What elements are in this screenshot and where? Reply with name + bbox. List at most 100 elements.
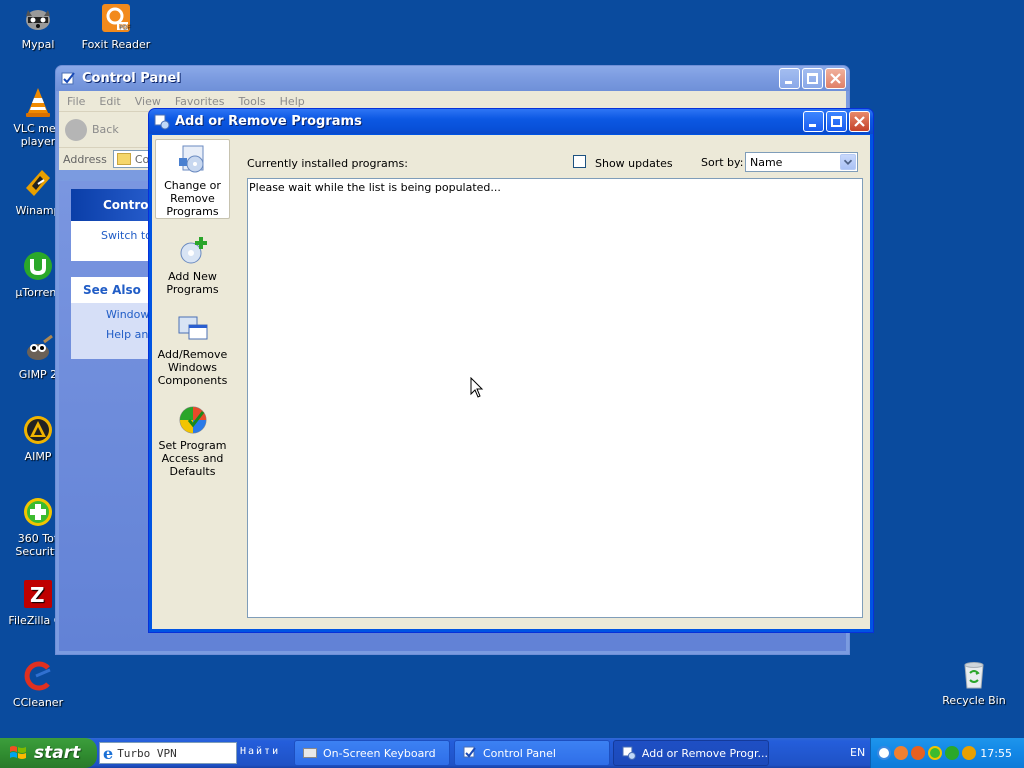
desktop-icon-label: GIMP 2: [18, 368, 58, 381]
taskbar-button-control-panel[interactable]: Control Panel: [454, 740, 610, 766]
sort-by-select[interactable]: Name: [745, 152, 858, 172]
desktop-icon-label: 360 Tot: [17, 532, 59, 545]
installed-programs-label: Currently installed programs:: [247, 157, 408, 170]
mouse-cursor-icon: [470, 377, 484, 398]
desktop-icon-label: Security: [15, 545, 61, 558]
show-updates-checkbox[interactable]: [573, 155, 586, 168]
utorrent-icon: [22, 250, 54, 282]
back-arrow-icon[interactable]: [65, 118, 87, 141]
close-button[interactable]: [849, 111, 870, 132]
menu-favorites[interactable]: Favorites: [175, 95, 225, 108]
svg-text:PDF: PDF: [119, 24, 131, 31]
desktop-icon-foxit-reader[interactable]: PDF Foxit Reader: [78, 2, 154, 51]
menu-file[interactable]: File: [67, 95, 85, 108]
desktop-icon-label: AIMP: [24, 450, 52, 463]
sort-by-value: Name: [750, 155, 783, 169]
aimp-icon: [22, 414, 54, 446]
quick-launch-address-input[interactable]: e Turbo VPN: [99, 742, 237, 764]
foxit-icon: PDF: [100, 2, 132, 34]
nav-label: Set Program: [158, 439, 227, 452]
windows-flag-icon: [10, 746, 26, 759]
gimp-icon: [22, 332, 54, 364]
desktop-icon-label: Recycle Bin: [942, 694, 1006, 707]
control-panel-icon: [61, 71, 77, 87]
desktop-icon-label: player: [20, 135, 56, 148]
nav-label: Programs: [166, 283, 219, 296]
nav-add-new-programs[interactable]: Add New Programs: [155, 231, 230, 297]
add-remove-titlebar[interactable]: Add or Remove Programs: [149, 109, 873, 134]
ccleaner-icon: [22, 660, 54, 692]
chevron-down-icon[interactable]: [840, 154, 856, 170]
add-new-programs-icon: [177, 235, 209, 267]
menu-tools[interactable]: Tools: [239, 95, 266, 108]
menu-help[interactable]: Help: [280, 95, 305, 108]
folder-icon: [116, 153, 131, 165]
add-remove-programs-icon: [154, 114, 170, 130]
nav-label: Add/Remove: [157, 348, 228, 361]
tray-winamp-icon[interactable]: [962, 746, 976, 760]
quick-launch-text: Turbo VPN: [117, 746, 177, 760]
back-button-label[interactable]: Back: [92, 123, 119, 136]
desktop-icon-mypal[interactable]: Mypal: [0, 2, 76, 51]
recycle-bin-icon: [958, 658, 990, 690]
desktop-icon-label: Winamp: [15, 204, 61, 217]
nav-label: Add New: [168, 270, 217, 283]
taskbar-button-label: Control Panel: [483, 746, 556, 760]
add-remove-sidebar: Change or Remove Programs Add New Progra…: [152, 135, 232, 629]
filezilla-icon: Z: [22, 578, 54, 610]
minimize-button[interactable]: [803, 111, 824, 132]
nav-label: Components: [157, 374, 228, 387]
tray-utorrent-icon[interactable]: [945, 746, 959, 760]
nav-change-remove-programs[interactable]: Change or Remove Programs: [155, 139, 230, 219]
start-label: start: [34, 743, 81, 763]
control-panel-titlebar[interactable]: Control Panel: [56, 66, 849, 91]
nav-set-program-access-defaults[interactable]: Set Program Access and Defaults: [155, 400, 230, 480]
window-title: Control Panel: [82, 71, 181, 86]
start-button[interactable]: start: [0, 738, 97, 768]
minimize-button[interactable]: [779, 68, 800, 89]
window-title: Add or Remove Programs: [175, 114, 362, 129]
svg-text:Z: Z: [30, 583, 45, 607]
change-remove-programs-icon: [177, 144, 209, 176]
control-panel-icon: [463, 746, 477, 760]
tray-network-icon[interactable]: [894, 746, 908, 760]
nav-label: Change or: [164, 179, 221, 192]
add-remove-programs-icon: [622, 746, 636, 760]
desktop-icon-label: CCleaner: [12, 696, 64, 709]
clock[interactable]: 17:55: [980, 747, 1012, 760]
desktop-icon-ccleaner[interactable]: CCleaner: [0, 660, 76, 709]
desktop-icon-recycle-bin[interactable]: Recycle Bin: [936, 658, 1012, 707]
nav-label: Access and: [161, 452, 224, 465]
installed-programs-list[interactable]: Please wait while the list is being popu…: [247, 178, 863, 618]
taskbar-button-label: On-Screen Keyboard: [323, 746, 436, 760]
raccoon-icon: [22, 2, 54, 34]
taskbar-button-add-remove-programs[interactable]: Add or Remove Progr...: [613, 740, 769, 766]
maximize-button[interactable]: [826, 111, 847, 132]
desktop-icon-label: Mypal: [21, 38, 55, 51]
program-access-defaults-icon: [177, 404, 209, 436]
taskbar-button-on-screen-keyboard[interactable]: On-Screen Keyboard: [294, 740, 450, 766]
menu-edit[interactable]: Edit: [99, 95, 120, 108]
maximize-button[interactable]: [802, 68, 823, 89]
close-button[interactable]: [825, 68, 846, 89]
nav-label: Windows: [167, 361, 218, 374]
task-box-title: Control: [103, 198, 153, 212]
tray-app-icon[interactable]: [911, 746, 925, 760]
add-remove-programs-window: Add or Remove Programs Change or Remove …: [148, 108, 874, 633]
language-indicator[interactable]: EN: [850, 746, 865, 759]
nav-add-remove-windows-components[interactable]: Add/Remove Windows Components: [155, 309, 230, 389]
vlc-cone-icon: [22, 86, 54, 118]
tray-360-icon[interactable]: [928, 746, 942, 760]
desktop-icon-label: µTorrent: [15, 286, 61, 299]
nav-label: Defaults: [169, 465, 216, 478]
desktop-icon-label: Foxit Reader: [81, 38, 151, 51]
address-label: Address: [63, 152, 107, 166]
taskbar-button-label: Add or Remove Progr...: [641, 746, 768, 760]
tray-expand-icon[interactable]: [877, 746, 891, 760]
windows-components-icon: [177, 313, 209, 345]
menu-view[interactable]: View: [135, 95, 161, 108]
show-updates-label[interactable]: Show updates: [595, 157, 673, 170]
find-label[interactable]: Найти: [240, 746, 280, 757]
taskbar: start e Turbo VPN Найти On-Screen Keyboa…: [0, 738, 1024, 768]
system-tray: 17:55: [870, 738, 1024, 768]
